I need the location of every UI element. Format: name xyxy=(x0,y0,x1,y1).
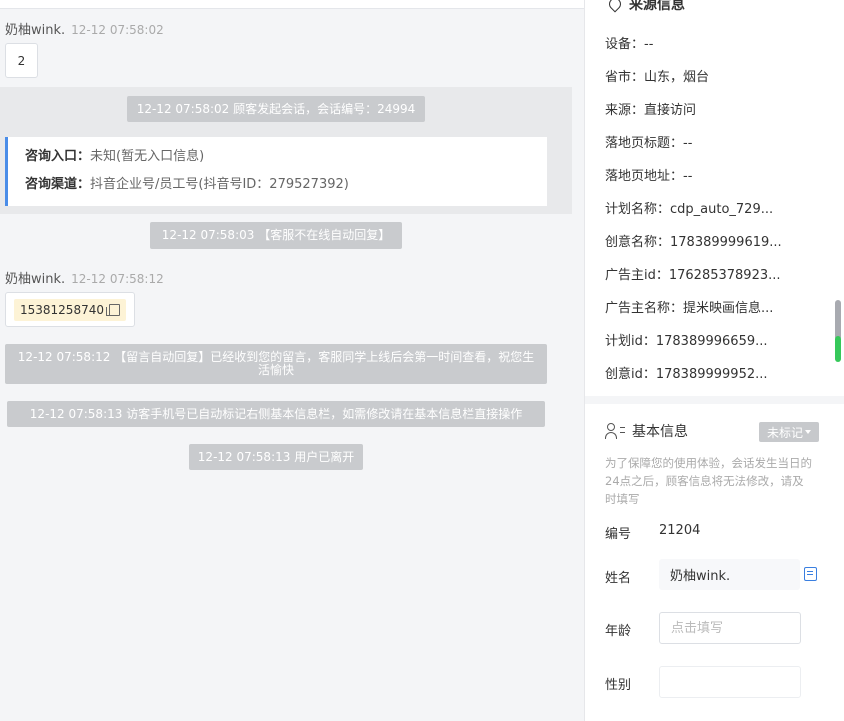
message-time: 12-12 07:58:12 xyxy=(71,272,164,286)
source-row-advertiser-name: 广告主名称：提米映画信息... xyxy=(605,301,774,316)
phone-number-chip[interactable]: 15381258740 xyxy=(14,298,126,321)
message-sender: 奶柚wink. 12-12 07:58:12 xyxy=(5,268,164,287)
copy-name-icon[interactable] xyxy=(804,567,817,581)
source-info-header: 来源信息 xyxy=(606,0,685,14)
source-row-plan-name: 计划名称：cdp_auto_729... xyxy=(605,202,774,217)
chat-top-bar xyxy=(0,0,584,9)
consult-entry-label: 咨询入口： xyxy=(25,149,91,164)
customer-info-sidebar[interactable]: 来源信息 设备：-- 省市：山东，烟台 来源：直接访问 落地页标题：-- 落地页… xyxy=(584,0,844,721)
system-message-leave-msg-reply: 12-12 07:58:12 【留言自动回复】已经收到您的留言，客服同学上线后会… xyxy=(5,344,547,384)
message-bubble-phone[interactable]: 15381258740 xyxy=(5,292,135,327)
source-row-region: 省市：山东，烟台 xyxy=(605,70,710,85)
consult-channel-row: 咨询渠道：抖音企业号/员工号(抖音号ID：279527392) xyxy=(25,177,547,205)
consult-channel-value: 抖音企业号/员工号(抖音号ID：279527392) xyxy=(90,177,349,192)
source-row-creative-name: 创意名称：178389999619... xyxy=(605,235,782,250)
mark-tag-value: 未标记 xyxy=(766,425,803,440)
system-message-offline-reply: 12-12 07:58:03 【客服不在线自动回复】 xyxy=(150,222,402,249)
basic-info-title: 基本信息 xyxy=(632,424,688,440)
gender-input[interactable] xyxy=(659,666,801,698)
sender-name: 奶柚wink. xyxy=(5,23,66,38)
age-input[interactable] xyxy=(659,612,801,644)
chat-panel[interactable]: 奶柚wink. 12-12 07:58:02 2 12-12 07:58:02 顾… xyxy=(0,0,584,721)
sender-name: 奶柚wink. xyxy=(5,272,66,287)
edit-deadline-hint: 为了保障您的使用体验，会话发生当日的24点之后，顾客信息将无法修改，请及时填写 xyxy=(605,456,812,506)
scrollbar-indicator xyxy=(835,336,841,362)
name-value: 奶柚wink. xyxy=(670,569,731,584)
name-label: 姓名 xyxy=(605,571,632,586)
source-row-plan-id: 计划id：178389996659... xyxy=(605,334,768,349)
message-time: 12-12 07:58:02 xyxy=(71,23,164,37)
copy-icon[interactable] xyxy=(105,303,120,316)
source-row-landing-title: 落地页标题：-- xyxy=(605,136,693,151)
source-row-origin: 来源：直接访问 xyxy=(605,103,697,118)
section-divider xyxy=(585,396,844,404)
id-value: 21204 xyxy=(659,523,701,538)
message-sender: 奶柚wink. 12-12 07:58:02 xyxy=(5,19,164,38)
mark-tag-dropdown[interactable]: 未标记 xyxy=(759,422,819,442)
scrollbar-thumb[interactable] xyxy=(835,300,841,340)
source-row-landing-url: 落地页地址：-- xyxy=(605,169,693,184)
id-label: 编号 xyxy=(605,527,632,542)
consult-entry-card: 咨询入口：未知(暂无入口信息) 咨询渠道：抖音企业号/员工号(抖音号ID：279… xyxy=(5,137,547,206)
consult-entry-value: 未知(暂无入口信息) xyxy=(90,149,205,164)
name-field[interactable]: 奶柚wink. xyxy=(659,559,800,590)
message-bubble[interactable]: 2 xyxy=(5,43,38,78)
message-text: 2 xyxy=(17,53,26,68)
gender-label: 性别 xyxy=(605,678,632,693)
system-message-phone-marked: 12-12 07:58:13 访客手机号已自动标记右侧基本信息栏，如需修改请在基… xyxy=(7,401,545,427)
consult-channel-label: 咨询渠道： xyxy=(25,177,91,192)
source-info-title: 来源信息 xyxy=(629,0,685,13)
sidebar-scrollbar[interactable] xyxy=(835,300,841,362)
source-row-creative-id: 创意id：178389999952... xyxy=(605,367,768,382)
source-row-advertiser-id: 广告主id：176285378923... xyxy=(605,268,781,283)
source-row-device: 设备：-- xyxy=(605,37,654,52)
consult-entry-row: 咨询入口：未知(暂无入口信息) xyxy=(25,149,547,177)
user-info-icon xyxy=(605,422,625,440)
system-message-session-start: 12-12 07:58:02 顾客发起会话，会话编号：24994 xyxy=(127,96,425,122)
basic-info-header: 基本信息 xyxy=(605,421,688,441)
phone-number: 15381258740 xyxy=(20,302,104,317)
caret-down-icon xyxy=(805,430,811,434)
system-message-user-left: 12-12 07:58:13 用户已离开 xyxy=(189,444,363,470)
location-pin-icon xyxy=(606,0,624,13)
age-label: 年龄 xyxy=(605,624,632,639)
